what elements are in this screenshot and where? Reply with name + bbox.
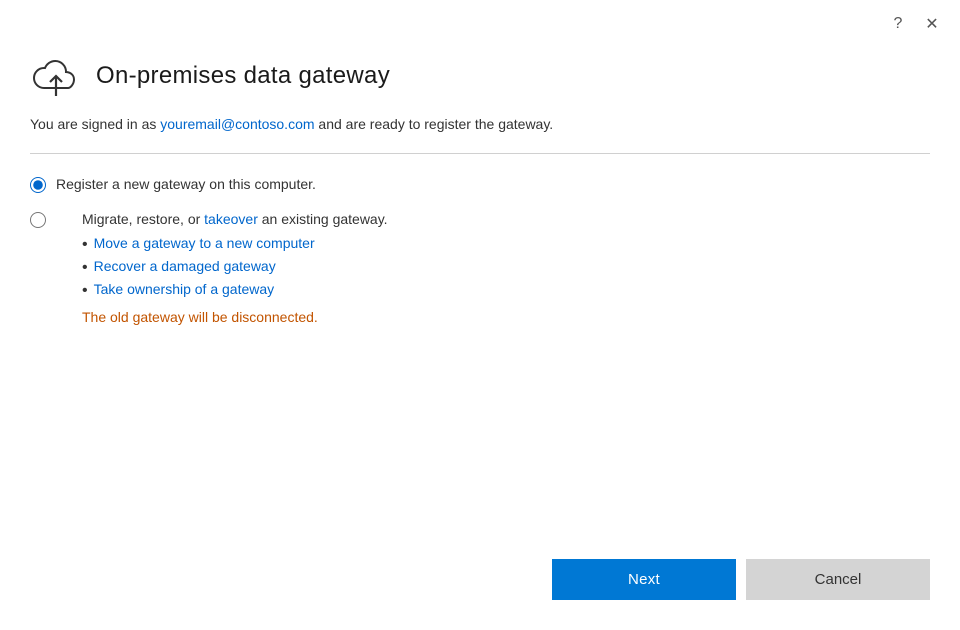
list-item: Recover a damaged gateway xyxy=(82,258,388,277)
dialog-header: On-premises data gateway xyxy=(0,42,960,114)
disconnect-note: The old gateway will be disconnected. xyxy=(82,309,388,325)
signed-in-prefix: You are signed in as xyxy=(30,116,160,132)
signed-in-section: You are signed in as youremail@contoso.c… xyxy=(0,114,960,153)
option2-label: Migrate, restore, or takeover an existin… xyxy=(82,211,388,227)
close-button[interactable]: ✕ xyxy=(918,10,946,38)
cancel-button[interactable]: Cancel xyxy=(746,559,930,600)
dialog-title: On-premises data gateway xyxy=(96,62,390,90)
help-button[interactable]: ? xyxy=(884,10,912,38)
bullet-item-3: Take ownership of a gateway xyxy=(94,281,275,297)
signed-in-email: youremail@contoso.com xyxy=(160,116,314,132)
option1-radio[interactable] xyxy=(30,177,46,193)
next-button[interactable]: Next xyxy=(552,559,736,600)
option2-radio[interactable] xyxy=(30,212,46,228)
bullet-item-1: Move a gateway to a new computer xyxy=(94,235,315,251)
signed-in-suffix: and are ready to register the gateway. xyxy=(315,116,554,132)
option1-row: Register a new gateway on this computer. xyxy=(30,176,930,193)
option2-row: Migrate, restore, or takeover an existin… xyxy=(30,211,930,325)
list-item: Take ownership of a gateway xyxy=(82,281,388,300)
title-bar: ? ✕ xyxy=(0,0,960,42)
button-bar: Next Cancel xyxy=(0,539,960,630)
options-area: Register a new gateway on this computer.… xyxy=(0,154,960,539)
takeover-link[interactable]: takeover xyxy=(204,211,258,227)
option2-suffix: an existing gateway. xyxy=(258,211,388,227)
cloud-upload-icon xyxy=(30,52,82,100)
bullet-list: Move a gateway to a new computer Recover… xyxy=(82,235,388,301)
list-item: Move a gateway to a new computer xyxy=(82,235,388,254)
bullet-item-2: Recover a damaged gateway xyxy=(94,258,276,274)
option2-content: Migrate, restore, or takeover an existin… xyxy=(82,211,388,325)
option1-label[interactable]: Register a new gateway on this computer. xyxy=(56,176,316,192)
dialog: ? ✕ On-premises data gateway You are sig… xyxy=(0,0,960,630)
option2-prefix: Migrate, restore, or xyxy=(82,211,204,227)
